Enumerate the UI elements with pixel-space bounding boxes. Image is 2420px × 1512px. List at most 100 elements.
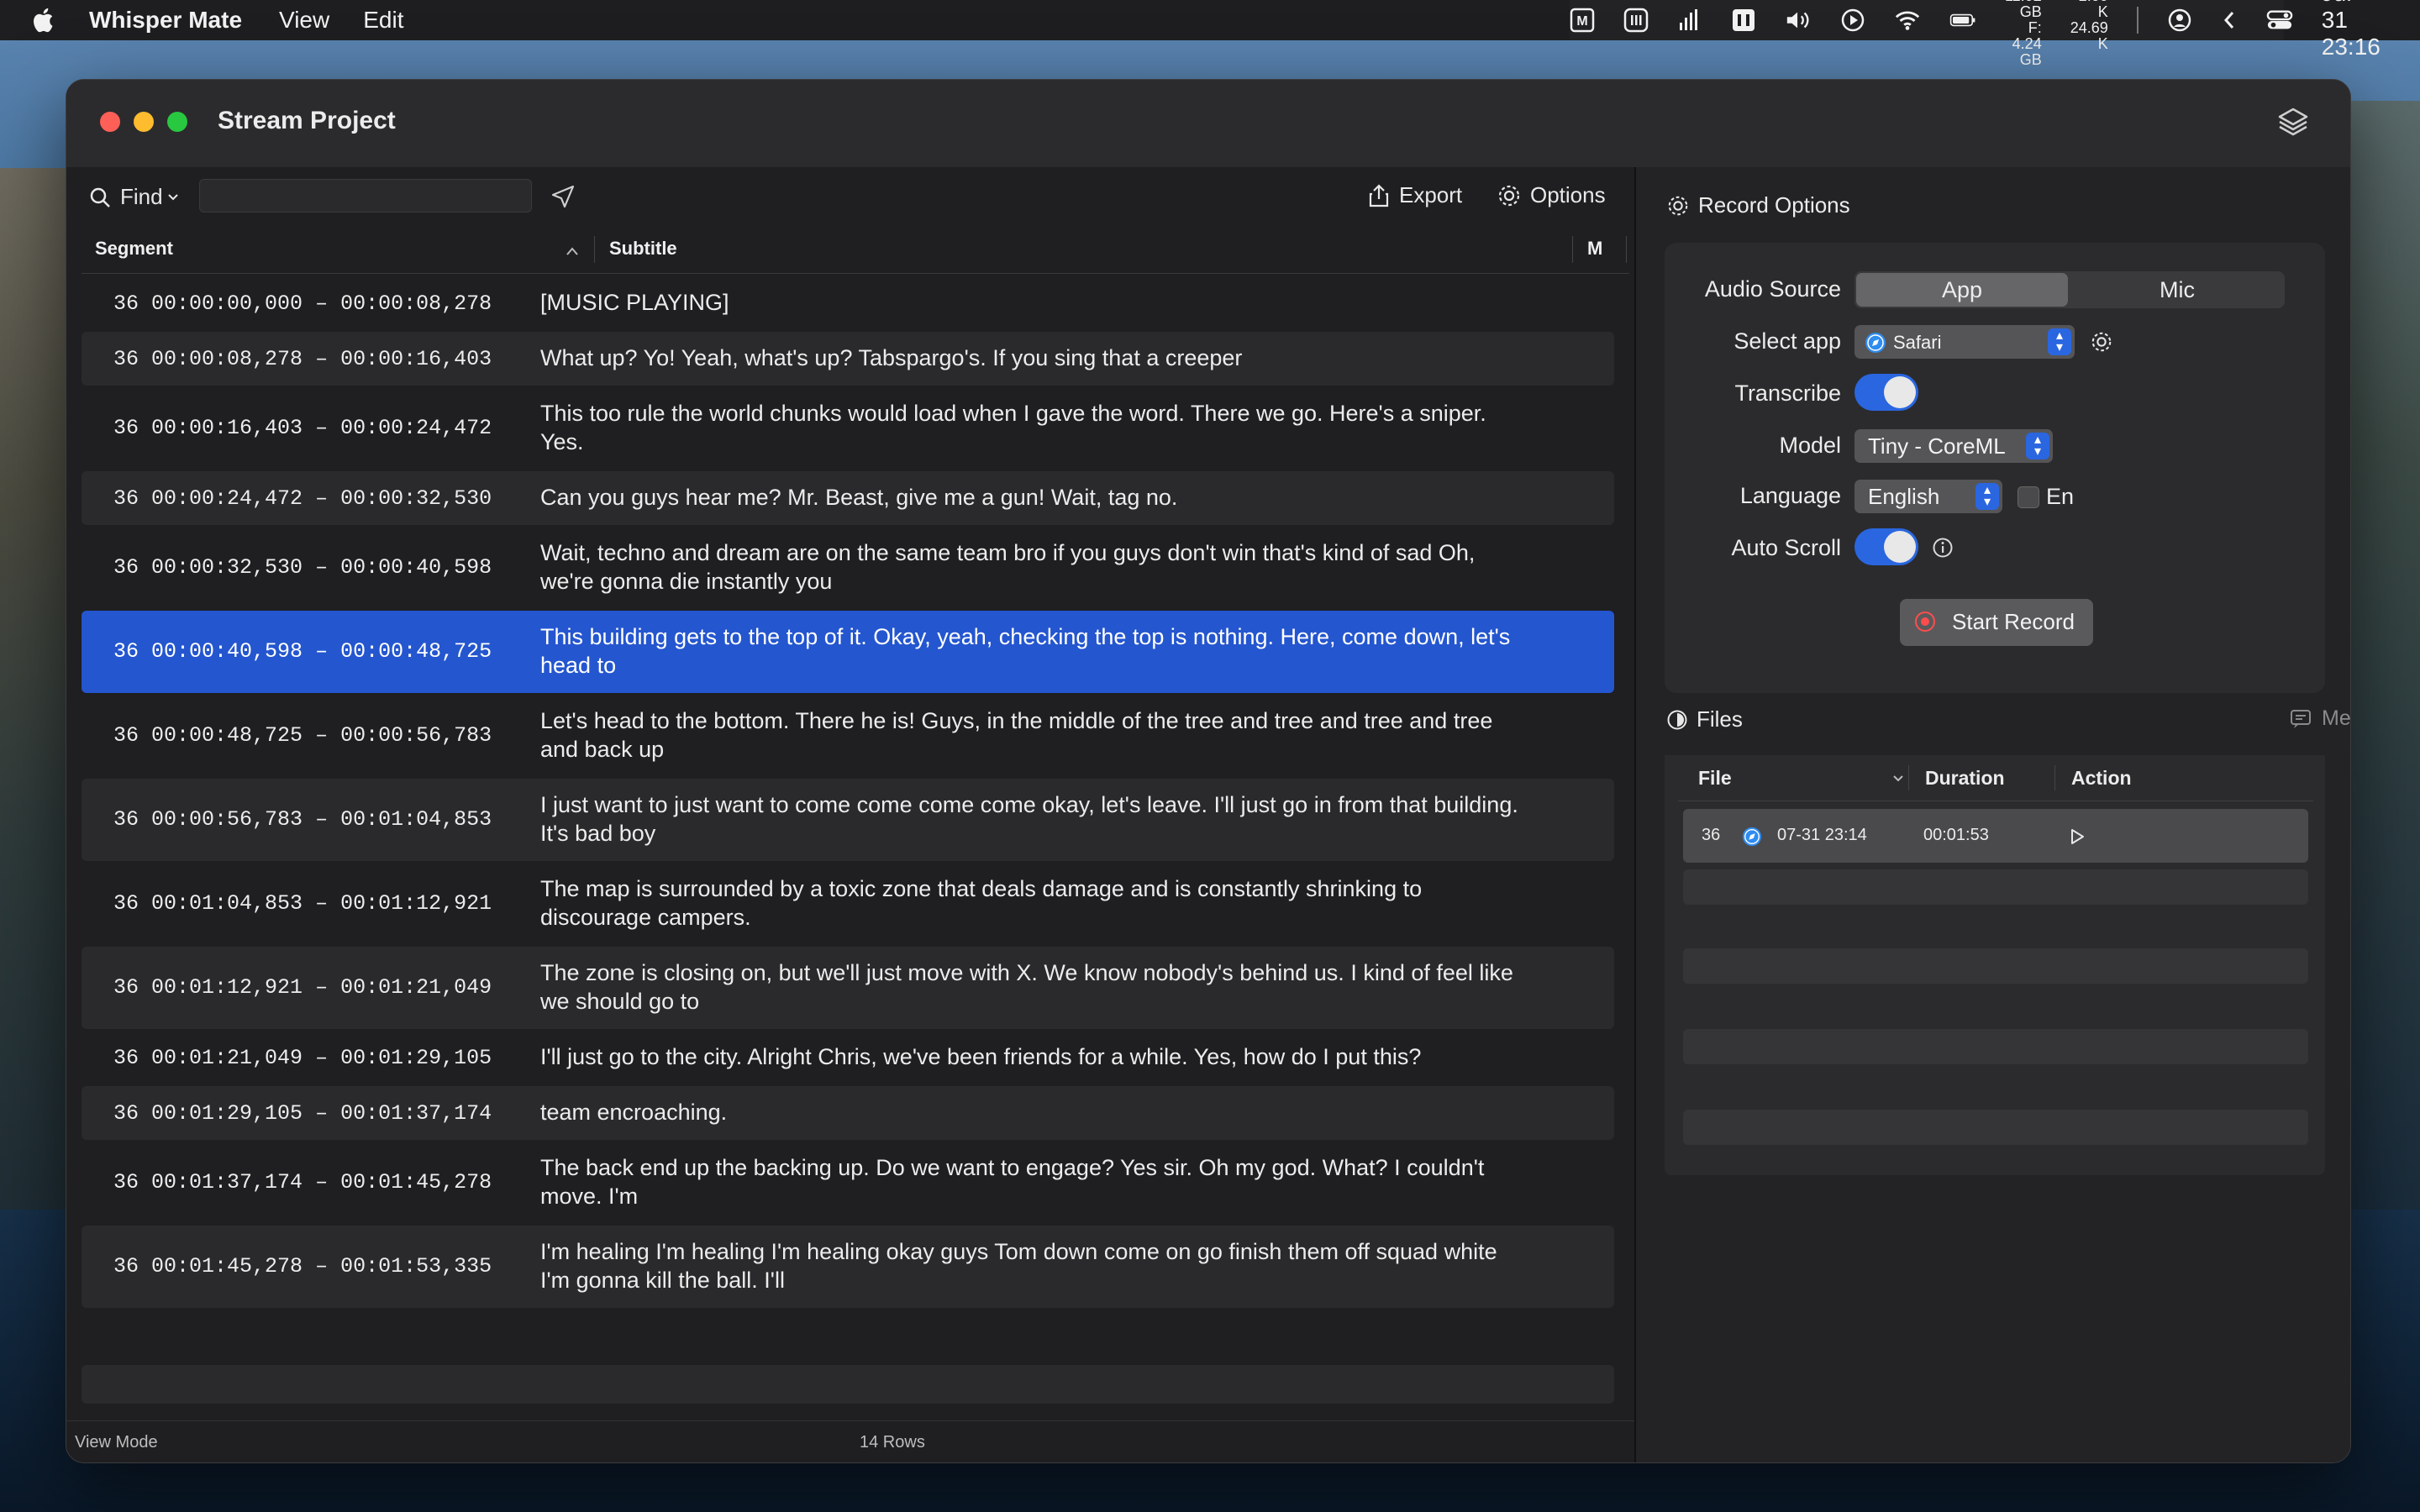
chevron-down-icon[interactable]: [1891, 774, 1905, 784]
empty-file-row: [1683, 869, 2308, 905]
subtitle-toolbar: Find Export Options: [66, 167, 1634, 226]
view-mode-label[interactable]: View Mode: [75, 1433, 158, 1452]
close-window-button[interactable]: [100, 112, 120, 132]
table-row[interactable]: 36 00:01:29,105 – 00:01:37,174 team encr…: [82, 1086, 1614, 1140]
subtitle-cell[interactable]: Let's head to the bottom. There he is! G…: [540, 706, 1532, 764]
table-row[interactable]: 36 00:00:56,783 – 00:01:04,853 I just wa…: [82, 779, 1614, 861]
sort-ascending-icon[interactable]: [566, 246, 579, 256]
subtitle-cell[interactable]: The back end up the backing up. Do we wa…: [540, 1153, 1532, 1210]
subtitle-cell[interactable]: This building gets to the top of it. Oka…: [540, 622, 1532, 680]
merge-button[interactable]: Merge: [2290, 706, 2350, 731]
subtitle-cell[interactable]: Wait, techno and dream are on the same t…: [540, 538, 1532, 596]
segment-cell: 36 00:00:08,278 – 00:00:16,403: [113, 347, 492, 371]
disk-u-value: 11.02 GB: [2005, 0, 2042, 20]
segment-cell: 36 00:00:48,725 – 00:00:56,783: [113, 723, 492, 748]
edit-menu[interactable]: Edit: [363, 7, 403, 34]
cpu-graph[interactable]: [2136, 7, 2139, 34]
segment-cell: 36 00:01:45,278 – 00:01:53,335: [113, 1254, 492, 1278]
control-center-icon[interactable]: [2266, 8, 2293, 33]
subtitle-cell[interactable]: The zone is closing on, but we'll just m…: [540, 958, 1532, 1016]
find-input[interactable]: [199, 179, 532, 213]
table-row[interactable]: 36 00:01:21,049 – 00:01:29,105 I'll just…: [82, 1031, 1614, 1084]
options-button[interactable]: Options: [1497, 182, 1606, 208]
disk-stats[interactable]: U: 11.02 GB F: 4.24 GB: [2005, 0, 2042, 68]
column-header-file[interactable]: File: [1698, 767, 1732, 790]
en-checkbox[interactable]: [2018, 486, 2039, 508]
play-status-icon[interactable]: [1840, 8, 1865, 33]
info-icon[interactable]: [1932, 537, 1954, 559]
user-account-icon[interactable]: [2167, 8, 2192, 33]
subtitle-cell[interactable]: I'm healing I'm healing I'm healing okay…: [540, 1237, 1532, 1294]
search-icon: [90, 187, 110, 207]
model-popup[interactable]: Tiny - CoreML ▴ ▾: [1854, 429, 2053, 463]
export-label: Export: [1399, 182, 1463, 207]
view-menu[interactable]: View: [279, 7, 329, 34]
select-app-popup[interactable]: Safari ▴ ▾: [1854, 325, 2075, 359]
table-row[interactable]: 36 00:00:48,725 – 00:00:56,783 Let's hea…: [82, 695, 1614, 777]
column-header-segment[interactable]: Segment: [95, 238, 173, 260]
find-menu[interactable]: Find: [88, 184, 188, 210]
column-header-m[interactable]: M: [1587, 238, 1602, 260]
table-row-selected[interactable]: 36 00:00:40,598 – 00:00:48,725 This buil…: [82, 611, 1614, 693]
table-row[interactable]: 36 00:01:12,921 – 00:01:21,049 The zone …: [82, 947, 1614, 1029]
merge-icon: [2291, 709, 2311, 728]
table-row[interactable]: 36 00:00:00,000 – 00:00:08,278 [MUSIC PL…: [82, 276, 1614, 330]
keyboard-status-icon[interactable]: [1731, 8, 1756, 33]
table-row[interactable]: 36 00:01:37,174 – 00:01:45,278 The back …: [82, 1142, 1614, 1224]
subtitle-cell[interactable]: The map is surrounded by a toxic zone th…: [540, 874, 1532, 932]
m-status-icon[interactable]: M: [1570, 8, 1595, 33]
export-button[interactable]: Export: [1367, 182, 1462, 208]
options-label: Options: [1530, 182, 1606, 207]
table-row[interactable]: 36 00:00:32,530 – 00:00:40,598 Wait, tec…: [82, 527, 1614, 609]
auto-scroll-toggle[interactable]: [1854, 528, 1918, 565]
table-row[interactable]: 36 00:00:24,472 – 00:00:32,530 Can you g…: [82, 471, 1614, 525]
window-title: Stream Project: [218, 107, 396, 134]
volume-icon[interactable]: [1785, 8, 1812, 33]
table-row[interactable]: 36 00:00:08,278 – 00:00:16,403 What up? …: [82, 332, 1614, 386]
segment-cell: 36 00:00:16,403 – 00:00:24,472: [113, 416, 492, 440]
files-icon: [1667, 710, 1687, 729]
audio-source-app-option[interactable]: App: [1856, 273, 2068, 307]
wifi-icon[interactable]: [1894, 8, 1921, 33]
app-settings-gear-icon[interactable]: [2090, 330, 2113, 354]
audio-levels-icon[interactable]: [1677, 8, 1702, 33]
segment-cell: 36 00:00:40,598 – 00:00:48,725: [113, 639, 492, 664]
column-header-action[interactable]: Action: [2071, 767, 2132, 790]
file-row[interactable]: 36 07-31 23:14 00:01:53: [1683, 809, 2308, 863]
subtitle-cell[interactable]: [MUSIC PLAYING]: [540, 288, 1532, 317]
layers-icon[interactable]: [2276, 105, 2310, 139]
table-row[interactable]: 36 00:01:45,278 – 00:01:53,335 I'm heali…: [82, 1226, 1614, 1308]
table-row[interactable]: 36 00:01:04,853 – 00:01:12,921 The map i…: [82, 863, 1614, 945]
subtitle-cell[interactable]: I just want to just want to come come co…: [540, 790, 1532, 848]
file-duration: 00:01:53: [1923, 826, 1989, 844]
chevron-left-icon[interactable]: [2221, 8, 2238, 33]
segment-cell: 36 00:01:12,921 – 00:01:21,049: [113, 975, 492, 1000]
empty-file-row: [1683, 1029, 2308, 1064]
audio-source-mic-option[interactable]: Mic: [2070, 271, 2285, 308]
net-up-value: 2.00 K: [2079, 0, 2108, 20]
subtitle-cell[interactable]: team encroaching.: [540, 1098, 1532, 1126]
empty-file-row: [1683, 1110, 2308, 1145]
menubar-clock[interactable]: Jul 31 23:16: [2322, 0, 2381, 60]
safari-icon: [1742, 827, 1762, 847]
network-stats[interactable]: 2.00 K 24.69 K: [2070, 0, 2108, 52]
subtitle-cell[interactable]: This too rule the world chunks would loa…: [540, 399, 1532, 456]
subtitle-cell[interactable]: What up? Yo! Yeah, what's up? Tabspargo'…: [540, 344, 1532, 372]
battery-icon[interactable]: [1949, 8, 1976, 33]
start-record-button[interactable]: Start Record: [1900, 599, 2093, 646]
play-icon[interactable]: [2068, 827, 2086, 846]
table-row[interactable]: 36 00:00:16,403 – 00:00:24,472 This too …: [82, 387, 1614, 470]
send-arrow-icon[interactable]: [549, 182, 577, 211]
column-header-duration[interactable]: Duration: [1925, 767, 2005, 790]
audio-source-segmented-control[interactable]: App Mic: [1854, 271, 2285, 308]
bars-status-icon[interactable]: [1623, 8, 1649, 33]
column-header-subtitle[interactable]: Subtitle: [609, 238, 677, 260]
zoom-window-button[interactable]: [167, 112, 187, 132]
subtitle-cell[interactable]: I'll just go to the city. Alright Chris,…: [540, 1042, 1532, 1071]
apple-menu-icon[interactable]: [30, 6, 59, 34]
subtitle-cell[interactable]: Can you guys hear me? Mr. Beast, give me…: [540, 483, 1532, 512]
app-menu[interactable]: Whisper Mate: [89, 7, 242, 34]
language-popup[interactable]: English ▴ ▾: [1854, 480, 2002, 513]
transcribe-toggle[interactable]: [1854, 374, 1918, 411]
minimize-window-button[interactable]: [134, 112, 154, 132]
